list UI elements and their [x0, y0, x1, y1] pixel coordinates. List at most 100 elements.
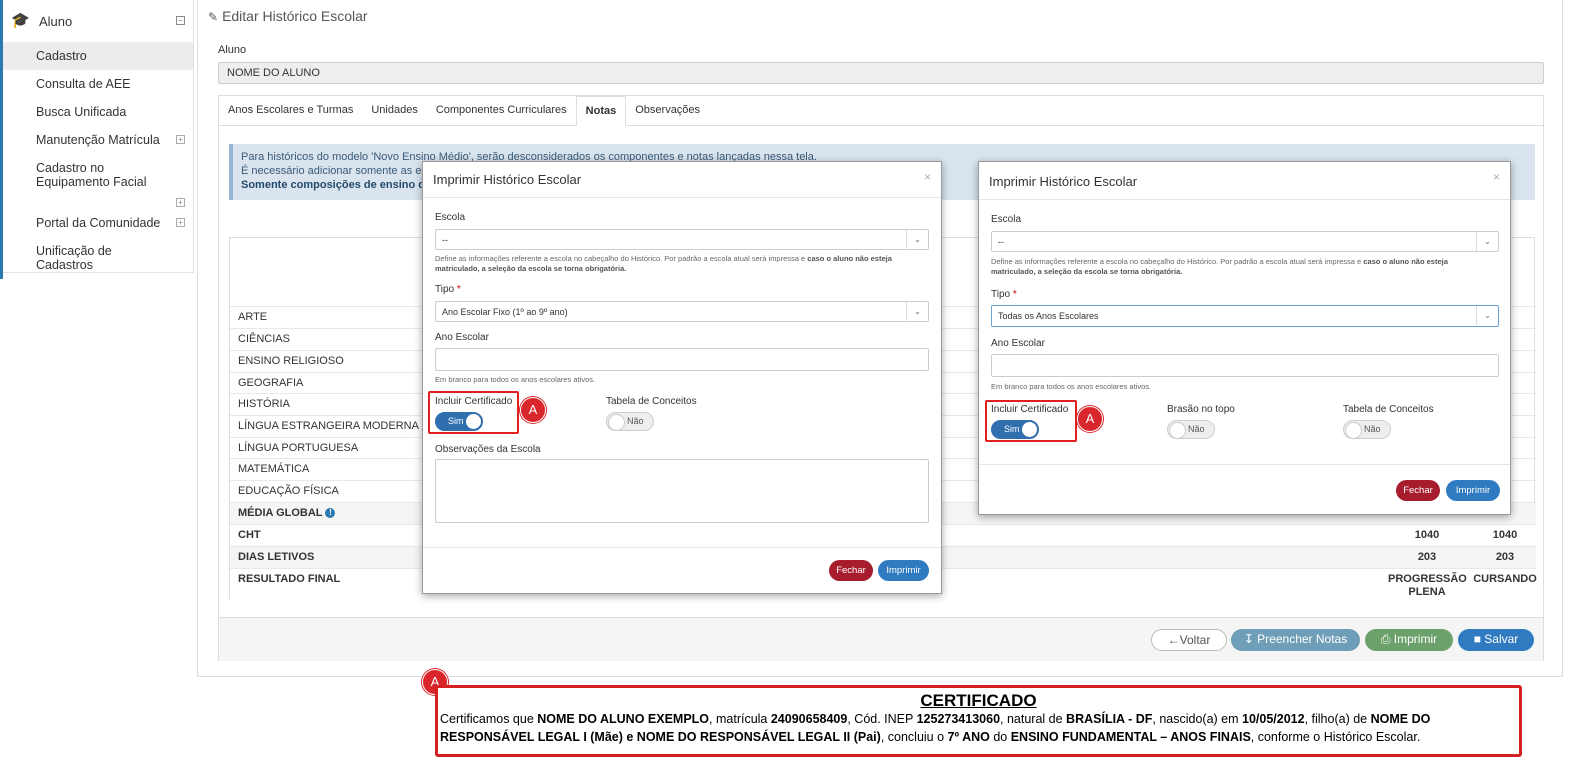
brasao-toggle[interactable]: Não	[1167, 420, 1215, 439]
tipo-value: Ano Escolar Fixo (1º ao 9º ano)	[442, 307, 568, 317]
imprimir-label: Imprimir	[1393, 632, 1438, 646]
escola-select[interactable]: -- ⌄	[991, 231, 1499, 252]
edit-icon: ✎	[208, 10, 219, 24]
tab-componentes[interactable]: Componentes Curriculares	[427, 96, 576, 125]
tipo-label-text: Tipo	[991, 289, 1011, 300]
escola-help-text: Define as informações referente a escola…	[435, 254, 808, 263]
dias-letivos-value: 203	[1417, 551, 1437, 563]
close-icon[interactable]: ×	[924, 170, 931, 184]
imprimir-button[interactable]: ⎙ Imprimir	[1365, 629, 1453, 651]
imprimir-modal-button[interactable]: Imprimir	[1446, 480, 1500, 501]
sidebar-item-consulta-aee[interactable]: Consulta de AEE	[3, 70, 193, 98]
sidebar-section-label: Aluno	[39, 13, 73, 29]
certificate-preview: CERTIFICADO Certificamos que NOME DO ALU…	[435, 685, 1522, 757]
callout-badge: A	[520, 397, 546, 423]
graduation-cap-icon: 🎓	[11, 12, 30, 29]
subject-name: EDUCAÇÃO FÍSICA	[238, 485, 339, 497]
required-mark: *	[1012, 289, 1017, 300]
required-mark: *	[456, 284, 461, 295]
modal-footer: Fechar Imprimir	[423, 547, 941, 593]
escola-select[interactable]: -- ⌄	[435, 229, 929, 250]
tab-anos-escolares[interactable]: Anos Escolares e Turmas	[219, 96, 362, 125]
subject-name: ENSINO RELIGIOSO	[238, 355, 344, 367]
salvar-label: Salvar	[1484, 632, 1519, 646]
cert-inep: 125273413060	[916, 712, 1001, 726]
tipo-select[interactable]: Todas os Anos Escolares ⌄	[991, 305, 1499, 327]
sidebar-item-equipamento-facial[interactable]: Cadastro no Equipamento Facial +	[3, 154, 193, 209]
cert-text: , matrícula	[709, 712, 771, 726]
sidebar-item-label: Unificação de Cadastros	[36, 244, 112, 272]
tabela-conceitos-label: Tabela de Conceitos	[1343, 404, 1434, 415]
salvar-button[interactable]: ■ Salvar	[1458, 629, 1534, 651]
sidebar-item-cadastro[interactable]: Cadastro	[3, 42, 193, 70]
callout-badge: A	[1077, 406, 1103, 432]
tabela-conceitos-toggle[interactable]: Não	[1343, 420, 1391, 439]
modal-header: Imprimir Histórico Escolar ×	[423, 162, 941, 198]
cert-natural: BRASÍLIA - DF	[1066, 712, 1153, 726]
tipo-label: Tipo *	[435, 284, 461, 295]
sidebar-item-manutencao-matricula[interactable]: Manutenção Matrícula +	[3, 126, 193, 154]
ano-escolar-input[interactable]	[991, 354, 1499, 377]
tab-bar: Anos Escolares e Turmas Unidades Compone…	[219, 96, 1543, 126]
imprimir-modal-button[interactable]: Imprimir	[878, 560, 929, 581]
voltar-button[interactable]: ←Voltar	[1151, 629, 1227, 651]
escola-label: Escola	[991, 214, 1022, 225]
sidebar-item-label: Portal da Comunidade	[36, 216, 161, 230]
tabela-conceitos-toggle[interactable]: Não	[606, 412, 654, 431]
page-title: ✎ Editar Histórico Escolar	[208, 8, 368, 24]
resultado-final-value: CURSANDO	[1473, 573, 1537, 585]
modal-title: Imprimir Histórico Escolar	[433, 172, 582, 187]
cht-value: 1040	[1414, 529, 1440, 541]
cht-label: CHT	[238, 529, 261, 541]
tab-notas[interactable]: Notas	[575, 96, 627, 126]
expand-icon[interactable]: +	[176, 135, 185, 144]
collapse-icon[interactable]: −	[176, 16, 185, 25]
observacoes-escola-textarea[interactable]	[435, 459, 929, 523]
expand-icon[interactable]: +	[176, 198, 185, 207]
tabela-conceitos-label: Tabela de Conceitos	[606, 396, 697, 407]
tab-observacoes[interactable]: Observações	[626, 96, 709, 125]
tipo-label: Tipo *	[991, 289, 1017, 300]
sidebar-item-label: Busca Unificada	[36, 105, 127, 119]
cert-text: do	[989, 730, 1011, 744]
cht-value: 1040	[1492, 529, 1518, 541]
certificate-title: CERTIFICADO	[920, 691, 1037, 710]
fechar-button[interactable]: Fechar	[829, 560, 873, 581]
cert-text: Certificamos que	[440, 712, 538, 726]
chevron-down-icon: ⌄	[1476, 232, 1498, 251]
certificate-body: Certificamos que NOME DO ALUNO EXEMPLO, …	[440, 710, 1517, 746]
cert-text: , filho(a) de	[1304, 712, 1371, 726]
cert-education-level: ENSINO FUNDAMENTAL – ANOS FINAIS	[1010, 730, 1251, 744]
sidebar-item-busca-unificada[interactable]: Busca Unificada	[3, 98, 193, 126]
close-icon[interactable]: ×	[1493, 170, 1500, 184]
chevron-down-icon: ⌄	[1476, 306, 1498, 325]
info-line-3-text: Somente composições de ensino do tip	[241, 179, 449, 191]
save-icon: ■	[1473, 632, 1485, 646]
info-icon[interactable]: !	[325, 508, 336, 519]
ano-escolar-input[interactable]	[435, 348, 929, 371]
fechar-button[interactable]: Fechar	[1396, 480, 1440, 501]
subject-name: GEOGRAFIA	[238, 377, 304, 389]
arrow-left-icon: ←	[1167, 633, 1180, 647]
escola-help-text: Define as informações referente a escola…	[991, 257, 1364, 266]
modal-header: Imprimir Histórico Escolar ×	[979, 162, 1510, 200]
preencher-notas-label: Preencher Notas	[1257, 632, 1348, 646]
cert-text: , Cód. INEP	[847, 712, 917, 726]
ano-escolar-help: Em branco para todos os anos escolares a…	[435, 375, 596, 384]
highlight-box	[985, 400, 1077, 442]
subject-name: LÍNGUA PORTUGUESA	[238, 442, 359, 454]
chevron-down-icon: ⌄	[906, 230, 928, 249]
sidebar-item-portal-comunidade[interactable]: Portal da Comunidade +	[3, 209, 193, 237]
preencher-notas-button[interactable]: ↧ Preencher Notas	[1231, 629, 1360, 651]
tab-unidades[interactable]: Unidades	[362, 96, 426, 125]
dias-letivos-value: 203	[1495, 551, 1515, 563]
sidebar-item-label: Cadastro	[36, 49, 87, 63]
tipo-select[interactable]: Ano Escolar Fixo (1º ao 9º ano) ⌄	[435, 301, 929, 322]
cert-text: , nascido(a) em	[1152, 712, 1243, 726]
sidebar-section-aluno[interactable]: 🎓 Aluno −	[0, 0, 193, 42]
form-footer: ←Voltar ↧ Preencher Notas ⎙ Imprimir ■ S…	[219, 617, 1543, 661]
sidebar-item-label: Consulta de AEE	[36, 77, 131, 91]
sidebar-item-unificacao-cadastros[interactable]: Unificação de Cadastros	[3, 237, 193, 279]
expand-icon[interactable]: +	[176, 218, 185, 227]
print-modal-1: Imprimir Histórico Escolar × Escola -- ⌄ …	[422, 161, 942, 594]
